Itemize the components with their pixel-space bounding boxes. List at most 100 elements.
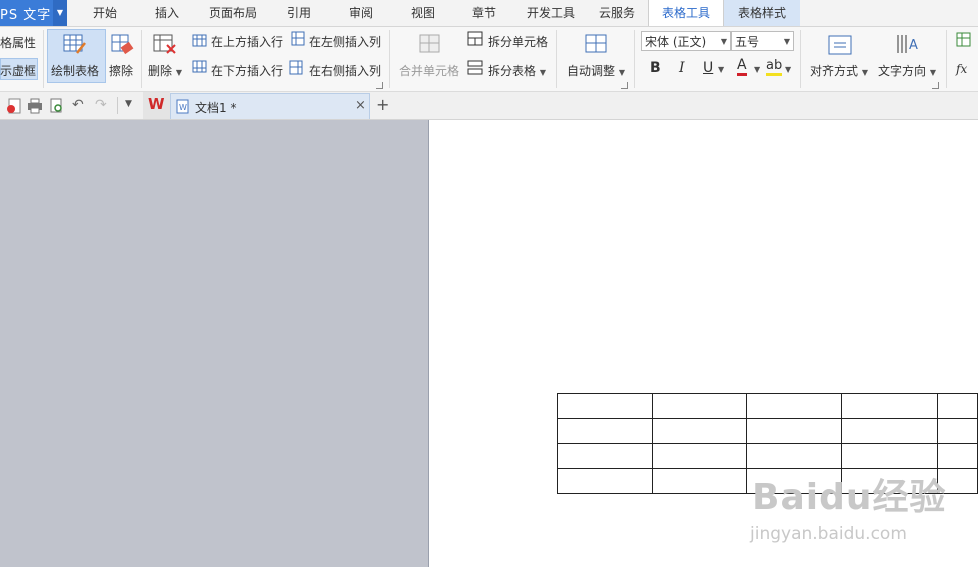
table-cell[interactable] [746,418,843,444]
tab-home[interactable]: 开始 [80,0,130,26]
customize-dropdown-icon[interactable]: ▼ [125,99,132,109]
table-cell[interactable] [651,418,748,444]
chevron-down-icon[interactable]: ▼ [718,65,724,74]
chevron-down-icon: ▼ [539,68,546,77]
dialog-launcher-icon[interactable] [932,82,939,89]
table-cell[interactable] [746,443,843,469]
merge-cells-button[interactable]: 合并单元格 [399,62,459,79]
new-tab-icon[interactable]: + [376,95,389,114]
insert-column-left-button[interactable]: 在左侧插入列 [309,33,381,50]
split-cells-button[interactable]: 拆分单元格 [488,33,548,50]
font-size-select[interactable]: 五号 ▼ [731,31,794,51]
insert-column-right-button[interactable]: 在右侧插入列 [309,62,381,79]
bold-button[interactable]: B [650,60,661,76]
merge-cells-icon [419,34,440,53]
tab-sections[interactable]: 章节 [460,0,508,26]
table-row [557,393,978,419]
highlight-button[interactable]: ab [766,58,783,76]
underline-button[interactable]: U [703,60,713,76]
table-properties-button[interactable]: 格属性 [0,34,36,51]
undo-icon[interactable]: ↶ [72,97,84,113]
show-gridlines-button[interactable]: 示虚框 [0,62,36,79]
text-direction-button[interactable]: 文字方向 ▼ [878,62,936,79]
table-cell[interactable] [841,393,938,419]
table-cell[interactable] [651,468,748,494]
tab-insert[interactable]: 插入 [142,0,192,26]
document-icon: W [176,99,189,114]
close-icon[interactable]: × [355,98,366,113]
delete-table-icon[interactable] [153,33,177,55]
tab-cloud[interactable]: 云服务 [591,0,643,26]
tab-developer[interactable]: 开发工具 [519,0,583,26]
table-icon[interactable] [956,32,972,48]
chevron-down-icon[interactable]: ▼ [53,0,67,26]
tab-table-tools[interactable]: 表格工具 [648,0,724,26]
table-cell[interactable] [557,443,653,469]
wps-logo-icon[interactable]: W [148,95,165,113]
chevron-down-icon: ▼ [861,68,868,77]
font-name-value: 宋体 (正文) [645,35,707,49]
print-preview-icon[interactable] [49,98,65,114]
watermark-url: jingyan.baidu.com [750,524,907,544]
delete-button[interactable]: 删除 ▼ [148,62,182,79]
tab-view[interactable]: 视图 [399,0,447,26]
dialog-launcher-icon[interactable] [621,82,628,89]
tab-page-layout[interactable]: 页面布局 [200,0,266,26]
formula-button[interactable]: fx [956,62,967,76]
table-cell[interactable] [557,468,653,494]
chevron-down-icon[interactable]: ▼ [754,65,760,74]
chevron-down-icon: ▼ [618,68,625,77]
split-table-icon [467,60,483,75]
watermark-brand: Baidu经验 [752,477,947,518]
table-cell[interactable] [557,393,653,419]
auto-fit-icon [585,34,607,53]
align-icon [828,35,852,55]
new-document-icon[interactable] [6,98,22,114]
table-cell[interactable] [841,418,938,444]
svg-text:W: W [179,103,187,112]
tab-references[interactable]: 引用 [275,0,323,26]
insert-row-below-button[interactable]: 在下方插入行 [211,62,283,79]
quick-access-bar: ↶ ↷ ▼ W + [0,92,978,120]
tab-review[interactable]: 审阅 [337,0,385,26]
table-cell[interactable] [936,418,978,444]
tab-table-style[interactable]: 表格样式 [724,0,800,26]
insert-row-above-button[interactable]: 在上方插入行 [211,33,283,50]
text-direction-label: 文字方向 [878,64,927,78]
chevron-down-icon: ▼ [175,68,182,77]
split-cells-icon [467,31,483,46]
draw-table-icon [63,34,86,54]
font-name-select[interactable]: 宋体 (正文) ▼ [641,31,731,51]
app-title: PS 文字 [0,8,52,23]
dialog-launcher-icon[interactable] [376,82,383,89]
insert-row-below-icon [192,60,207,73]
svg-text:A: A [909,38,918,53]
table-row [557,443,978,469]
table-cell[interactable] [746,393,843,419]
erase-button[interactable]: 擦除 [109,62,133,79]
italic-button[interactable]: I [679,60,685,76]
table-cell[interactable] [651,393,748,419]
table-cell[interactable] [841,443,938,469]
font-color-button[interactable]: A [737,58,747,76]
auto-fit-label: 自动调整 [567,64,616,78]
app-menu-button[interactable]: PS 文字 ▼ [0,0,67,26]
table-cell[interactable] [557,418,653,444]
align-label: 对齐方式 [810,64,859,78]
table-cell[interactable] [651,443,748,469]
table-cell[interactable] [936,393,978,419]
print-icon[interactable] [27,98,43,114]
document-tab[interactable]: W 文档1 * × [170,93,370,119]
split-table-button[interactable]: 拆分表格 ▼ [488,62,546,79]
eraser-icon[interactable] [111,33,135,55]
chevron-down-icon[interactable]: ▼ [785,65,791,74]
insert-column-right-icon [289,60,303,75]
chevron-down-icon: ▼ [783,37,790,46]
table-cell[interactable] [936,443,978,469]
insert-column-left-icon [291,31,305,46]
redo-icon[interactable]: ↷ [95,97,107,113]
align-button[interactable]: 对齐方式 ▼ [810,62,868,79]
chevron-down-icon: ▼ [929,68,936,77]
auto-fit-button[interactable]: 自动调整 ▼ [567,62,625,79]
table-row [557,418,978,444]
